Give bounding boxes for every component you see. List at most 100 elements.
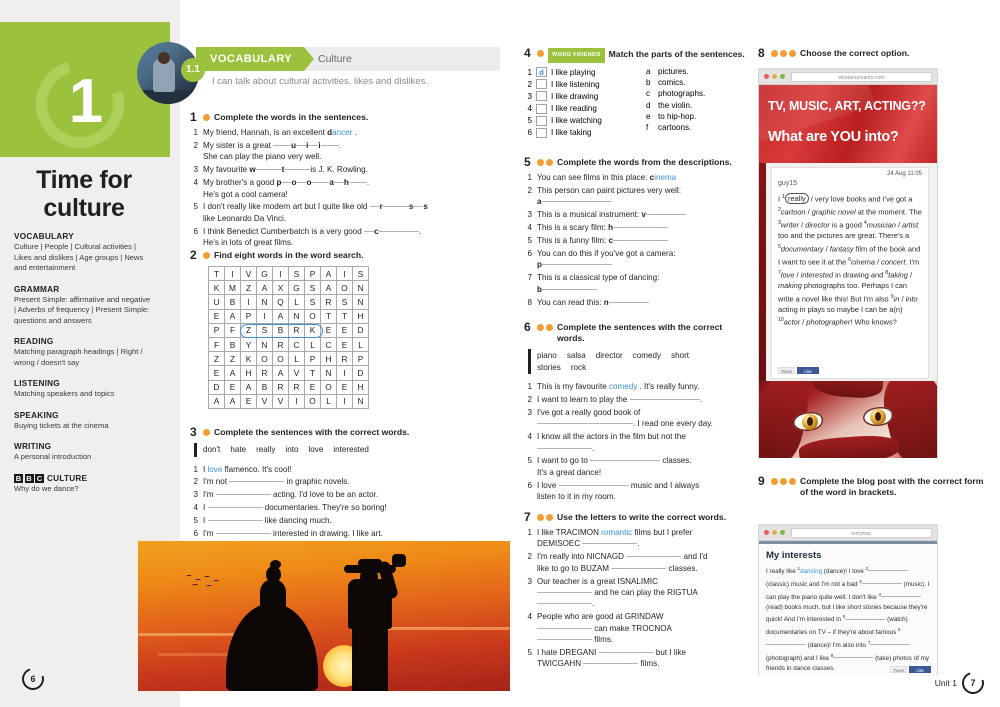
- word-search-cell[interactable]: S: [352, 265, 369, 282]
- word-search-cell[interactable]: L: [288, 351, 305, 367]
- word-search-cell[interactable]: Z: [208, 351, 225, 367]
- blog-body-text[interactable]: I really like 1dancing (dance)! I love 2…: [766, 564, 931, 674]
- match-answer-box[interactable]: d: [536, 67, 547, 77]
- word-search-cell[interactable]: N: [352, 393, 369, 409]
- word-search-cell[interactable]: A: [208, 393, 225, 409]
- item-text[interactable]: This is a musical instrument: v: [537, 209, 746, 220]
- tweet-button[interactable]: Tweet: [890, 666, 908, 673]
- item-text[interactable]: This is my favourite comedy . It's reall…: [537, 381, 746, 392]
- item-text[interactable]: This is a classical type of dancing: b: [537, 272, 746, 295]
- word-search-cell[interactable]: E: [304, 379, 321, 395]
- item-text[interactable]: My sister is a great u i i. She can play th…: [203, 140, 505, 163]
- word-search-cell[interactable]: O: [304, 393, 321, 409]
- word-search-cell[interactable]: K: [304, 322, 321, 338]
- word-search-cell[interactable]: I: [336, 365, 353, 381]
- word-search-cell[interactable]: I: [272, 265, 289, 282]
- word-search-cell[interactable]: O: [320, 379, 337, 395]
- word-search-cell[interactable]: E: [336, 322, 353, 338]
- item-text[interactable]: I love flamenco. It's cool!: [203, 464, 505, 475]
- word-search-cell[interactable]: A: [224, 393, 241, 409]
- word-search-cell[interactable]: Z: [224, 351, 241, 367]
- social-buttons[interactable]: Tweet Like: [890, 666, 931, 673]
- word-search-cell[interactable]: O: [304, 308, 321, 324]
- word-search-cell[interactable]: L: [352, 336, 369, 353]
- word-search-cell[interactable]: L: [288, 294, 305, 310]
- match-answer-box[interactable]: [536, 127, 547, 138]
- item-text[interactable]: You can see films in this place: cinema: [537, 172, 746, 183]
- maximize-icon[interactable]: [780, 530, 785, 535]
- match-answer-box[interactable]: [536, 91, 547, 102]
- url-bar[interactable]: whatareyouinto.com: [791, 71, 932, 82]
- word-search-cell[interactable]: O: [256, 351, 273, 367]
- word-search-cell[interactable]: G: [256, 265, 273, 282]
- item-text[interactable]: My friend, Hannah, is an excellent dance…: [203, 127, 505, 138]
- item-text[interactable]: I think Benedict Cumberbatch is a very g…: [203, 226, 505, 249]
- word-search-cell[interactable]: G: [288, 280, 305, 296]
- word-search-cell[interactable]: D: [352, 365, 369, 381]
- word-search-cell[interactable]: A: [224, 365, 241, 381]
- item-text[interactable]: This is a funny film: c: [537, 235, 746, 246]
- word-search-cell[interactable]: R: [288, 379, 305, 395]
- word-search-cell[interactable]: B: [224, 336, 241, 353]
- social-buttons[interactable]: Tweet Like: [778, 367, 819, 374]
- word-search-cell[interactable]: I: [240, 294, 257, 310]
- word-search-cell[interactable]: R: [272, 379, 289, 395]
- word-search-cell[interactable]: C: [288, 336, 305, 353]
- word-search-cell[interactable]: E: [240, 393, 257, 409]
- word-search-cell[interactable]: T: [320, 308, 337, 324]
- item-text[interactable]: I want to learn to play the .: [537, 394, 746, 405]
- word-search-cell[interactable]: O: [336, 280, 353, 296]
- word-search-cell[interactable]: A: [320, 265, 337, 282]
- maximize-icon[interactable]: [780, 74, 785, 79]
- word-search-cell[interactable]: R: [288, 322, 305, 338]
- word-search-cell[interactable]: H: [240, 365, 257, 381]
- word-search-cell[interactable]: T: [304, 365, 321, 381]
- item-text[interactable]: This person can paint pictures very well…: [537, 185, 746, 208]
- word-search-cell[interactable]: N: [256, 336, 273, 353]
- word-search-cell[interactable]: R: [320, 294, 337, 310]
- word-search-cell[interactable]: N: [352, 294, 369, 310]
- window-controls[interactable]: [764, 530, 785, 535]
- word-search-cell[interactable]: L: [320, 393, 337, 409]
- word-search-cell[interactable]: I: [256, 308, 273, 324]
- word-search-cell[interactable]: P: [240, 308, 257, 324]
- word-search-cell[interactable]: E: [336, 379, 353, 395]
- word-search-cell[interactable]: H: [320, 351, 337, 367]
- match-answer-box[interactable]: [536, 115, 547, 126]
- word-search-cell[interactable]: C: [320, 336, 337, 353]
- item-text[interactable]: You can read this: n: [537, 297, 746, 308]
- word-search-cell[interactable]: U: [208, 294, 225, 310]
- word-search-cell[interactable]: V: [272, 393, 289, 409]
- word-search-cell[interactable]: V: [240, 265, 257, 282]
- word-search-cell[interactable]: A: [272, 365, 289, 381]
- word-search-grid[interactable]: TIVGISPAISKMZAXGSAONUBINQLSRSNEAPIANOTTH…: [208, 265, 369, 409]
- word-search-cell[interactable]: H: [352, 379, 369, 395]
- word-search-cell[interactable]: L: [304, 336, 321, 353]
- item-text[interactable]: My brother's a good p o o a h. He's got a coo…: [203, 177, 505, 200]
- word-search-cell[interactable]: R: [272, 336, 289, 353]
- window-controls[interactable]: [764, 74, 785, 79]
- word-search-cell[interactable]: E: [208, 365, 225, 381]
- item-text[interactable]: People who are good at GRINDAW can make …: [537, 611, 746, 645]
- item-text[interactable]: This is a scary film: h: [537, 222, 746, 233]
- item-text[interactable]: I want to go to classes. It's a great dan…: [537, 455, 746, 478]
- word-search-cell[interactable]: A: [256, 280, 273, 296]
- item-text[interactable]: You can do this if you've got a camera: p: [537, 248, 746, 271]
- word-search-cell[interactable]: E: [320, 322, 337, 338]
- item-text[interactable]: I've got a really good book of. I read o…: [537, 407, 746, 430]
- word-search-cell[interactable]: Z: [240, 322, 257, 338]
- word-search-cell[interactable]: M: [224, 280, 241, 296]
- word-search-cell[interactable]: R: [256, 365, 273, 381]
- item-text[interactable]: I'm really into NICNAGD and I'd like to g…: [537, 551, 746, 574]
- word-search-cell[interactable]: F: [224, 322, 241, 338]
- word-search-cell[interactable]: I: [224, 265, 241, 282]
- word-search-cell[interactable]: N: [352, 280, 369, 296]
- word-search-cell[interactable]: T: [208, 265, 225, 282]
- word-search-cell[interactable]: F: [208, 336, 225, 353]
- word-search-cell[interactable]: Q: [272, 294, 289, 310]
- word-search-cell[interactable]: N: [288, 308, 305, 324]
- word-search-cell[interactable]: N: [256, 294, 273, 310]
- item-text[interactable]: I like dancing much.: [203, 515, 505, 526]
- item-text[interactable]: I'm not in graphic novels.: [203, 476, 505, 487]
- close-icon[interactable]: [764, 74, 769, 79]
